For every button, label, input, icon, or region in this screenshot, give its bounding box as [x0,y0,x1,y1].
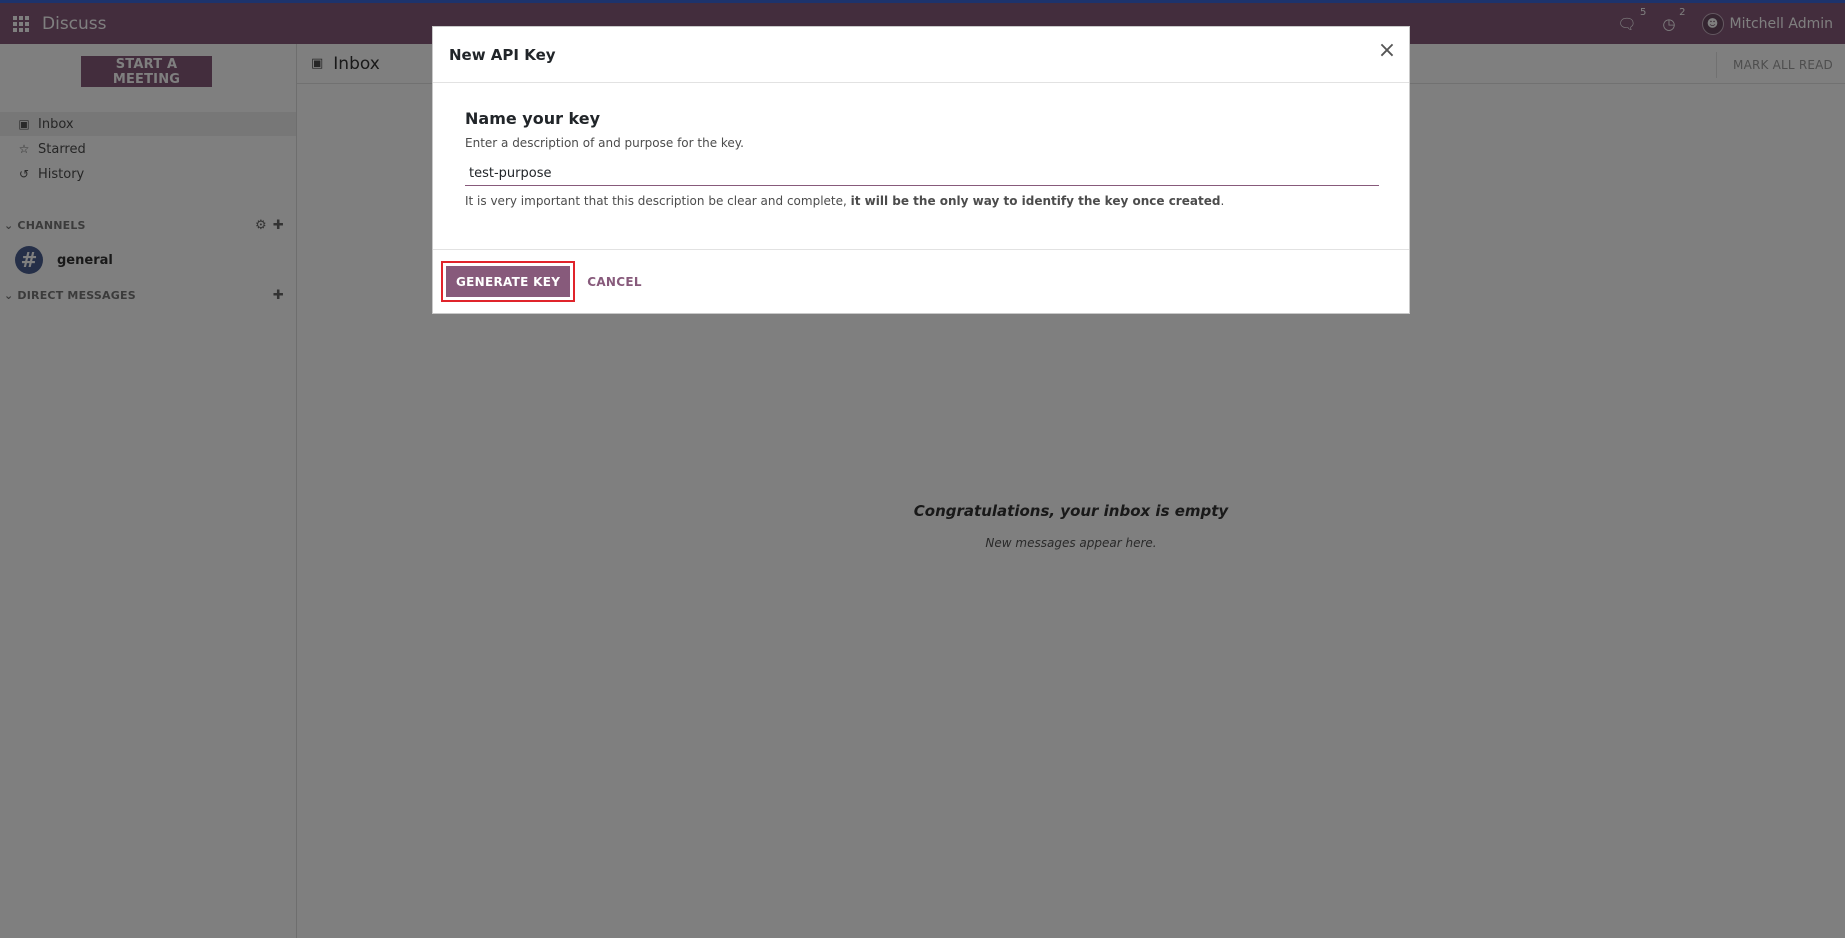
generate-key-button[interactable]: GENERATE KEY [446,266,571,297]
key-description: Enter a description of and purpose for t… [465,136,744,150]
key-name-input[interactable] [465,162,1379,186]
key-heading: Name your key [465,109,601,128]
modal-body: Name your key Enter a description of and… [465,109,1379,208]
modal-title: New API Key [449,45,556,64]
warning-suffix: . [1220,194,1225,208]
new-api-key-dialog: New API Key × Name your key Enter a desc… [432,26,1410,314]
close-icon[interactable]: × [1377,40,1397,62]
modal-footer: GENERATE KEY CANCEL [433,249,1409,313]
warning-bold-text: it will be the only way to identify the … [850,194,1221,208]
cancel-button[interactable]: CANCEL [581,275,648,289]
warning-text: It is very important that this descripti… [465,194,851,208]
highlight-box: GENERATE KEY [441,261,576,302]
modal-header: New API Key [433,27,1409,83]
key-warning: It is very important that this descripti… [465,194,1379,208]
